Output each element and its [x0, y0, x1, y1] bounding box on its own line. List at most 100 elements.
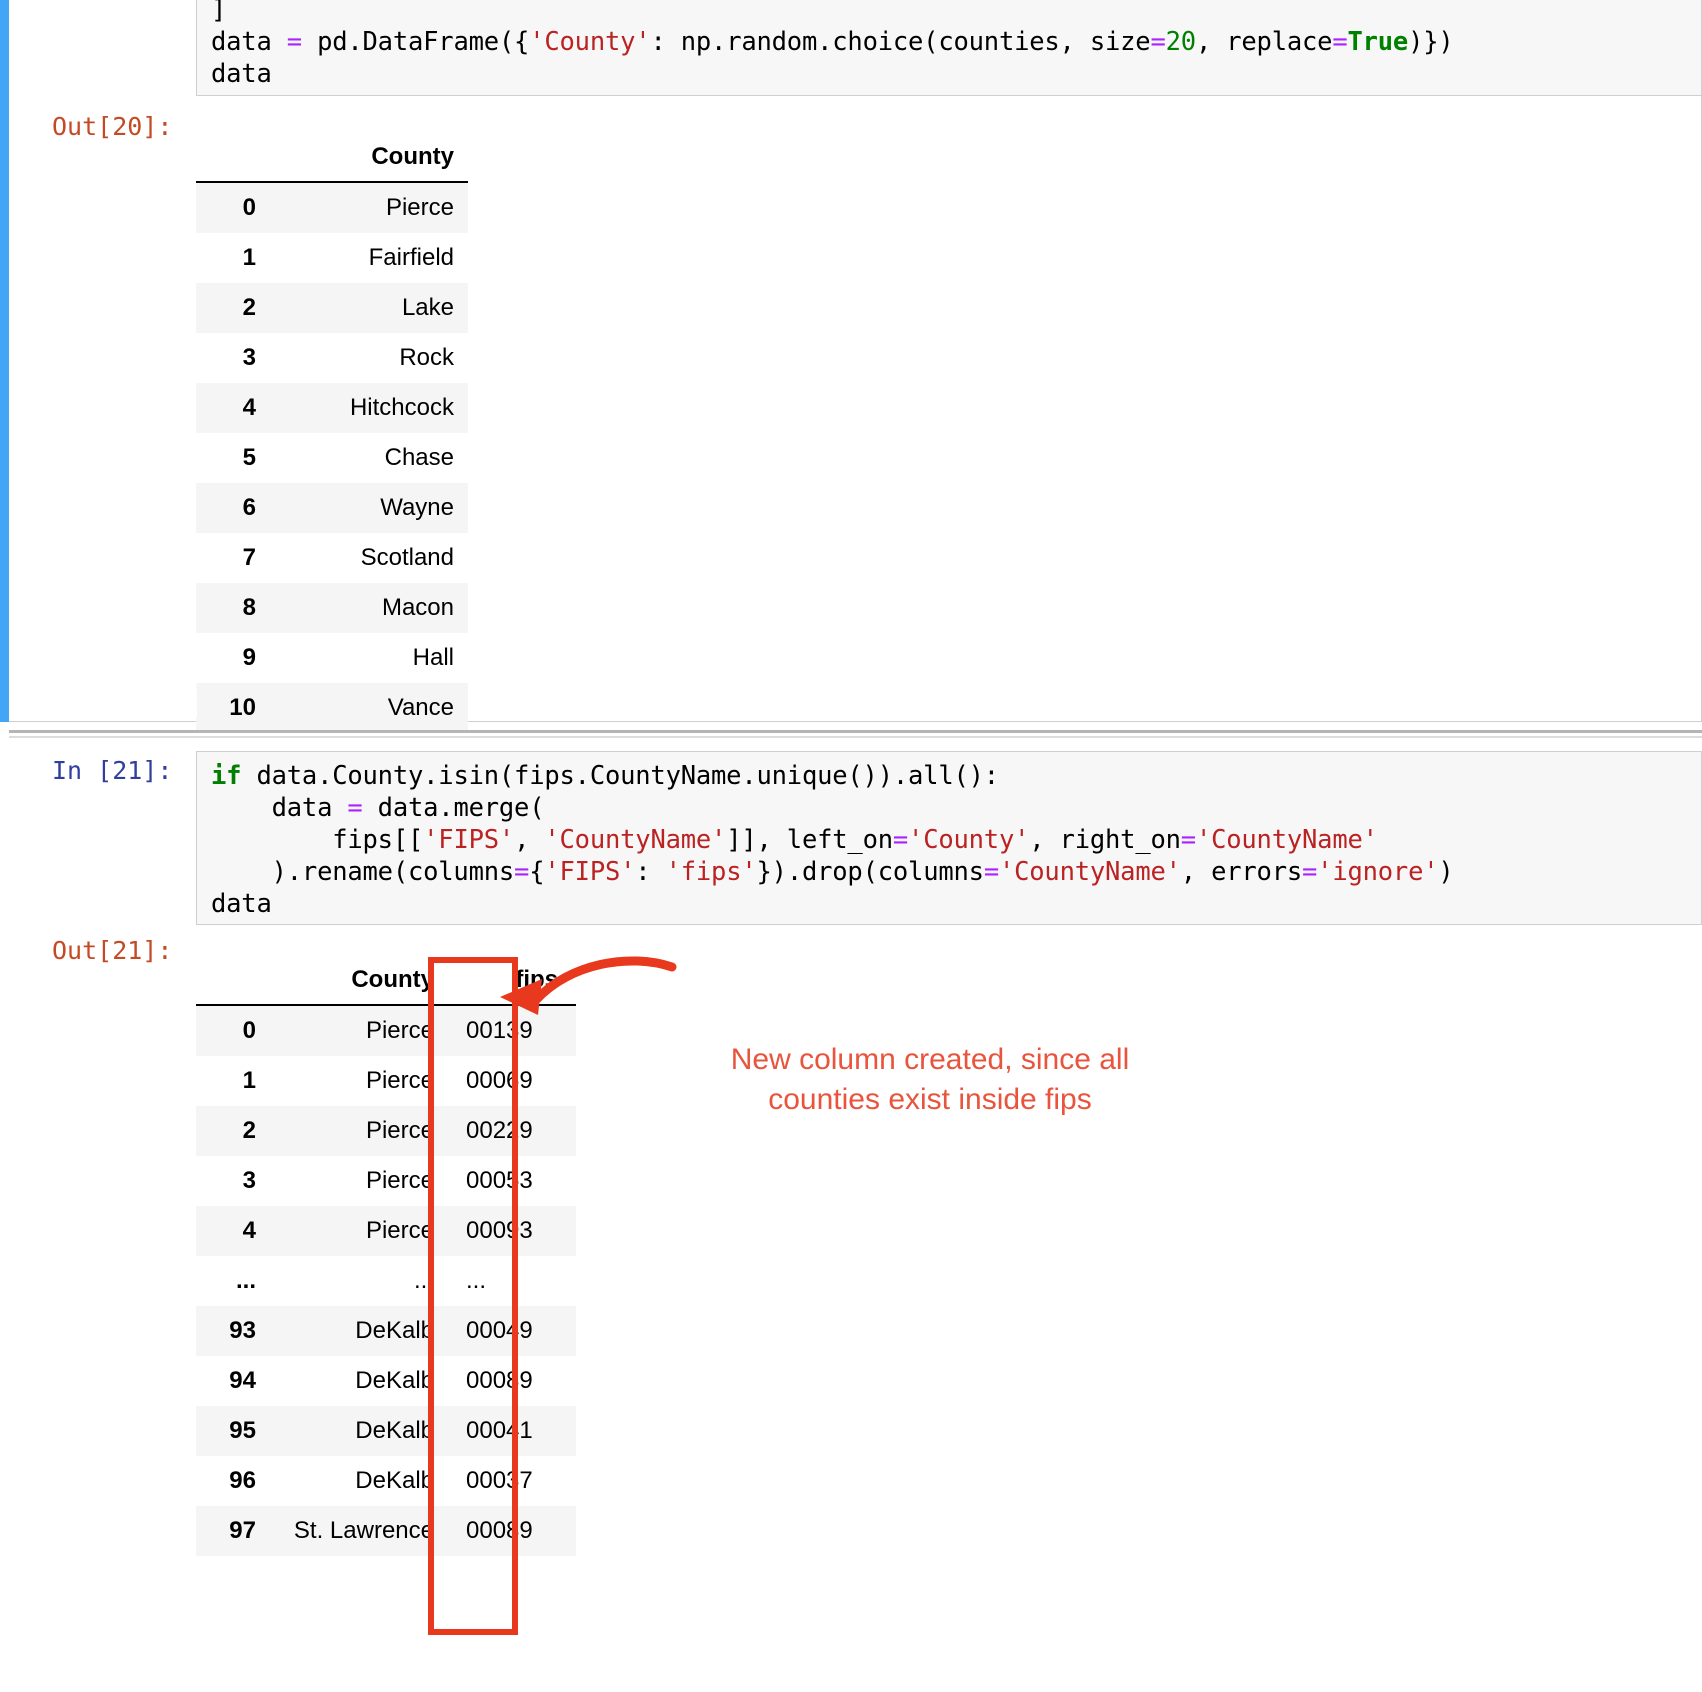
- row-index: 2: [242, 1117, 256, 1144]
- table-row: 4 Pierce 00093: [196, 1206, 576, 1256]
- code-line-2: data = pd.DataFrame({'County': np.random…: [211, 27, 1454, 57]
- cell-county: Macon: [381, 594, 454, 621]
- row-index: 4: [242, 394, 256, 421]
- row-index: ...: [235, 1267, 256, 1294]
- code-line-3: data: [211, 59, 272, 89]
- column-header-index: [196, 132, 270, 182]
- dataframe-out-21: County fips 0 Pierce 00139 1 Pierce 00069 2 P…: [196, 955, 576, 1556]
- cell-county: Scotland: [360, 544, 454, 571]
- row-index: 94: [229, 1367, 256, 1394]
- cell-county: Rock: [399, 344, 454, 371]
- code-line-4: ).rename(columns={'FIPS': 'fips'}).drop(…: [211, 857, 1454, 887]
- table-row: 7 Scotland: [196, 533, 468, 583]
- code-editor-21[interactable]: if data.County.isin(fips.CountyName.uniq…: [196, 751, 1702, 925]
- output-prompt-21: Out[21]:: [52, 936, 173, 965]
- cell-fips: 00053: [466, 1167, 533, 1194]
- table-row: 1 Pierce 00069: [196, 1056, 576, 1106]
- table-row: 96 DeKalb 00037: [196, 1456, 576, 1506]
- code-line-1: if data.County.isin(fips.CountyName.uniq…: [211, 761, 999, 791]
- cell-county: Wayne: [380, 494, 454, 521]
- table-row: 3 Rock: [196, 333, 468, 383]
- row-index: 5: [242, 444, 256, 471]
- table-header-row: County fips: [196, 955, 576, 1005]
- row-index: 8: [242, 594, 256, 621]
- table-row: 6 Wayne: [196, 483, 468, 533]
- cell-fips: 00069: [466, 1067, 533, 1094]
- cell-county: ...: [413, 1267, 434, 1294]
- row-index: 0: [242, 194, 256, 221]
- table-row: 93 DeKalb 00049: [196, 1306, 576, 1356]
- cell-fips: 00093: [466, 1217, 533, 1244]
- cell-county: Hitchcock: [349, 394, 454, 421]
- input-prompt-21: In [21]:: [52, 756, 173, 785]
- cell-fips: 00139: [466, 1017, 533, 1044]
- row-index: 1: [242, 244, 256, 271]
- row-index: 9: [242, 644, 256, 671]
- table-row: 1 Fairfield: [196, 233, 468, 283]
- cell-county: DeKalb: [355, 1367, 434, 1394]
- column-header-index: [196, 955, 270, 1005]
- row-index: 93: [229, 1317, 256, 1344]
- row-index: 3: [242, 344, 256, 371]
- table-head: County: [196, 132, 468, 182]
- table-row: 94 DeKalb 00089: [196, 1356, 576, 1406]
- row-index: 97: [229, 1517, 256, 1544]
- row-index: 3: [242, 1167, 256, 1194]
- row-index: 6: [242, 494, 256, 521]
- table-row: 10 Vance: [196, 683, 468, 733]
- row-index: 0: [242, 1017, 256, 1044]
- cell-county: Pierce: [365, 1017, 434, 1044]
- cell-county: DeKalb: [355, 1317, 434, 1344]
- cell-selection-bar: [0, 0, 9, 722]
- cell-fips: 00089: [466, 1367, 533, 1394]
- table-row: 3 Pierce 00053: [196, 1156, 576, 1206]
- table-row-ellipsis: .........: [196, 1256, 576, 1306]
- cell-county: DeKalb: [355, 1467, 434, 1494]
- table-row: 97 St. Lawrence 00089: [196, 1506, 576, 1556]
- column-header-county: County: [371, 143, 454, 170]
- cell-fips: 00041: [466, 1417, 533, 1444]
- cell-county: Pierce: [365, 1117, 434, 1144]
- cell-county: Fairfield: [368, 244, 454, 271]
- cell-county: Pierce: [385, 194, 454, 221]
- row-index: 7: [242, 544, 256, 571]
- table-row: 9 Hall: [196, 633, 468, 683]
- dataframe-out-20: County 0 Pierce 1 Fairfield 2 Lake 3 Rock 4 H…: [196, 132, 468, 733]
- notebook-page: ] data = pd.DataFrame({'County': np.rand…: [0, 0, 1702, 1692]
- table-row: 0 Pierce: [196, 182, 468, 233]
- cell-fips: 00049: [466, 1317, 533, 1344]
- row-index: 10: [229, 694, 256, 721]
- cell-county: Hall: [412, 644, 454, 671]
- code-line-5: data: [211, 889, 272, 919]
- notebook-cell-20[interactable]: ] data = pd.DataFrame({'County': np.rand…: [0, 0, 1702, 733]
- table-body: 0 Pierce 00139 1 Pierce 00069 2 Pierce 00229 3…: [196, 1005, 576, 1556]
- table-row: 5 Chase: [196, 433, 468, 483]
- cell-fips: 00229: [466, 1117, 533, 1144]
- column-header-county: County: [351, 966, 434, 993]
- row-index: 96: [229, 1467, 256, 1494]
- cell-divider-shadow: [9, 736, 1702, 738]
- row-index: 1: [242, 1067, 256, 1094]
- row-index: 95: [229, 1417, 256, 1444]
- table-row: 0 Pierce 00139: [196, 1005, 576, 1056]
- code-editor-20[interactable]: ] data = pd.DataFrame({'County': np.rand…: [196, 0, 1702, 96]
- table-body: 0 Pierce 1 Fairfield 2 Lake 3 Rock 4 Hitchcoc…: [196, 182, 468, 733]
- row-index: 4: [242, 1217, 256, 1244]
- row-index: 2: [242, 294, 256, 321]
- table-head: County fips: [196, 955, 576, 1005]
- cell-county: Vance: [387, 694, 454, 721]
- code-line-2: data = data.merge(: [211, 793, 545, 823]
- output-scroll-fade: [40, 676, 197, 716]
- output-prompt-20: Out[20]:: [52, 112, 173, 141]
- cell-county: Pierce: [365, 1217, 434, 1244]
- cell-county: Pierce: [365, 1067, 434, 1094]
- table-row: 4 Hitchcock: [196, 383, 468, 433]
- code-line-1: ]: [211, 0, 227, 25]
- cell-county: St. Lawrence: [293, 1517, 434, 1544]
- table-row: 95 DeKalb 00041: [196, 1406, 576, 1456]
- table-row: 2 Pierce 00229: [196, 1106, 576, 1156]
- table-row: 2 Lake: [196, 283, 468, 333]
- cell-fips: 00037: [466, 1467, 533, 1494]
- cell-county: Lake: [401, 294, 454, 321]
- table-row: 8 Macon: [196, 583, 468, 633]
